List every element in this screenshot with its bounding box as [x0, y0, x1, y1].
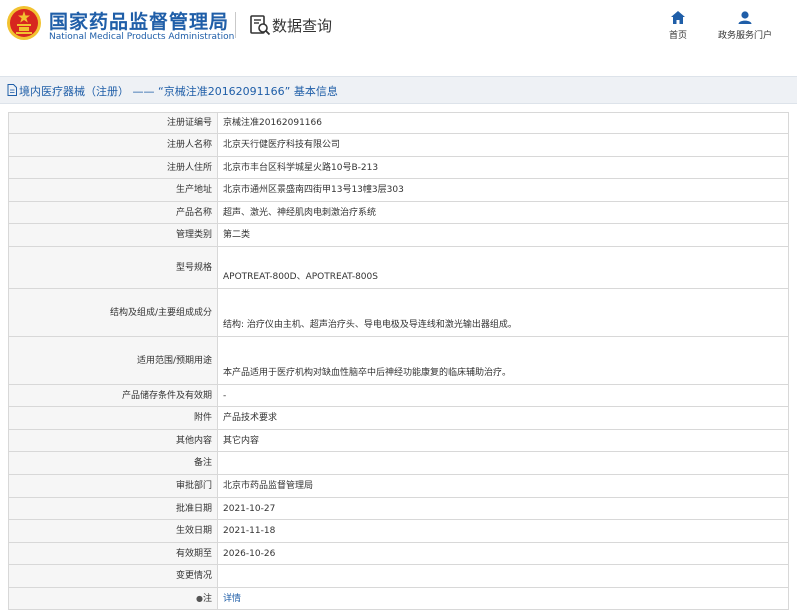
field-value: 第二类 [217, 223, 789, 247]
table-row: 生效日期 2021-11-18 [8, 519, 789, 543]
data-query-title: 数据查询 [272, 17, 333, 35]
field-value: APOTREAT-800D、APOTREAT-800S [217, 246, 789, 289]
field-label: 审批部门 [8, 474, 218, 498]
table-row: 产品储存条件及有效期 - [8, 384, 789, 407]
field-value: 2021-11-18 [217, 519, 789, 543]
field-label: 产品储存条件及有效期 [8, 384, 218, 407]
field-label: 有效期至 [8, 542, 218, 565]
field-value: 结构: 治疗仪由主机、超声治疗头、导电电极及导连线和激光输出器组成。 [217, 288, 789, 337]
table-row: 生产地址 北京市通州区景盛南四街甲13号13幢3层303 [8, 178, 789, 202]
site-title: 国家药品监督管理局 [49, 11, 230, 33]
field-label: 其他内容 [8, 429, 218, 452]
field-label: 批准日期 [8, 497, 218, 520]
table-row: 其他内容 其它内容 [8, 429, 789, 452]
table-row: 注册证编号 京械注准20162091166 [8, 112, 789, 134]
table-row: 结构及组成/主要组成成分 结构: 治疗仪由主机、超声治疗头、导电电极及导连线和激… [8, 288, 789, 337]
field-value: 北京市药品监督管理局 [217, 474, 789, 498]
table-row: ●注 详情 [8, 587, 789, 610]
site-subtitle: National Medical Products Administration [49, 32, 235, 42]
field-value: 本产品适用于医疗机构对缺血性脑卒中后神经功能康复的临床辅助治疗。 [217, 336, 789, 385]
field-value: 北京市通州区景盛南四街甲13号13幢3层303 [217, 178, 789, 202]
table-row: 有效期至 2026-10-26 [8, 542, 789, 565]
field-value: 京械注准20162091166 [217, 112, 789, 134]
document-icon [7, 84, 17, 96]
field-value: 产品技术要求 [217, 406, 789, 430]
table-row: 管理类别 第二类 [8, 223, 789, 247]
field-label: 变更情况 [8, 564, 218, 588]
field-label: 结构及组成/主要组成成分 [8, 288, 218, 337]
field-label: 适用范围/预期用途 [8, 336, 218, 385]
field-value: 北京天行健医疗科技有限公司 [217, 133, 789, 157]
nav-home[interactable]: 首页 [665, 11, 691, 41]
data-query-icon [250, 15, 271, 36]
table-row: 批准日期 2021-10-27 [8, 497, 789, 520]
table-row: 型号规格 APOTREAT-800D、APOTREAT-800S [8, 246, 789, 289]
field-label: 管理类别 [8, 223, 218, 247]
field-value: 2021-10-27 [217, 497, 789, 520]
field-value: 2026-10-26 [217, 542, 789, 565]
field-label: 生产地址 [8, 178, 218, 202]
table-row: 附件 产品技术要求 [8, 406, 789, 430]
details-link[interactable]: 详情 [217, 587, 789, 610]
table-row: 变更情况 [8, 564, 789, 588]
table-row: 产品名称 超声、激光、神经肌肉电刺激治疗系统 [8, 201, 789, 224]
field-label: 附件 [8, 406, 218, 430]
field-value [217, 564, 789, 588]
nav-home-label: 首页 [668, 31, 687, 41]
field-value: 北京市丰台区科学城星火路10号B-213 [217, 156, 789, 179]
field-label: 型号规格 [8, 246, 218, 289]
nav-service-portal-label: 政务服务门户 [717, 31, 772, 41]
field-label: ●注 [8, 587, 218, 610]
field-value [217, 451, 789, 475]
field-label: 生效日期 [8, 519, 218, 543]
home-icon [671, 11, 685, 24]
field-value: 其它内容 [217, 429, 789, 452]
field-value: - [217, 384, 789, 407]
record-title-bar: 境内医疗器械（注册） —— “京械注准20162091166” 基本信息 [0, 76, 797, 104]
record-title: 境内医疗器械（注册） —— “京械注准20162091166” 基本信息 [19, 85, 338, 98]
site-header: 国家药品监督管理局 National Medical Products Admi… [0, 0, 797, 60]
nav-service-portal[interactable]: 政务服务门户 [712, 11, 778, 41]
field-value: 超声、激光、神经肌肉电刺激治疗系统 [217, 201, 789, 224]
user-icon [738, 11, 752, 24]
table-row: 适用范围/预期用途 本产品适用于医疗机构对缺血性脑卒中后神经功能康复的临床辅助治… [8, 336, 789, 385]
national-emblem-icon [7, 6, 41, 40]
field-label: 产品名称 [8, 201, 218, 224]
detail-table: 注册证编号 京械注准20162091166 注册人名称 北京天行健医疗科技有限公… [8, 112, 789, 610]
table-row: 审批部门 北京市药品监督管理局 [8, 474, 789, 498]
field-label: 备注 [8, 451, 218, 475]
field-label: 注册人住所 [8, 156, 218, 179]
table-row: 备注 [8, 451, 789, 475]
table-row: 注册人名称 北京天行健医疗科技有限公司 [8, 133, 789, 157]
field-label: 注册证编号 [8, 112, 218, 134]
header-divider [235, 12, 236, 38]
table-row: 注册人住所 北京市丰台区科学城星火路10号B-213 [8, 156, 789, 179]
note-label: 注 [202, 593, 212, 604]
field-label: 注册人名称 [8, 133, 218, 157]
